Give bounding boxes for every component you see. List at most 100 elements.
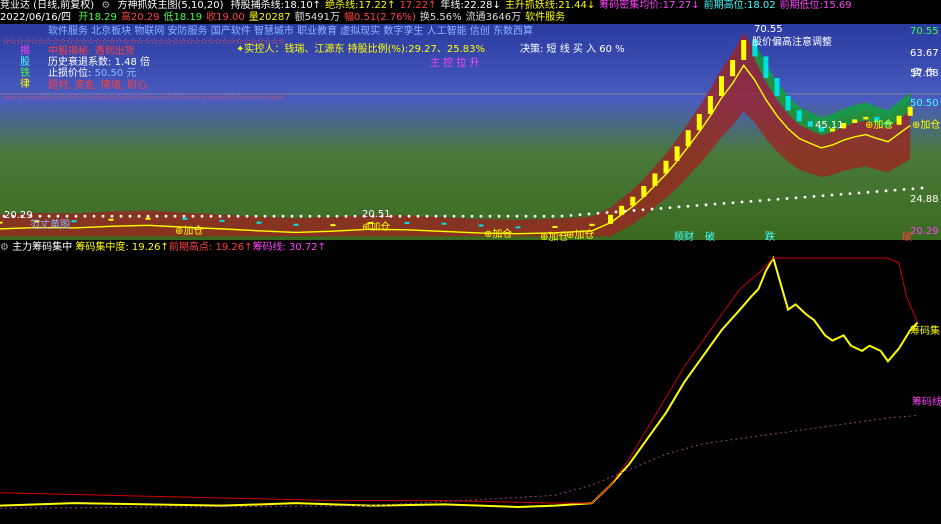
decay-label: 历史衰退系数: — [48, 57, 112, 68]
dot — [749, 199, 753, 203]
candle — [685, 130, 691, 147]
candle — [404, 222, 410, 224]
buy-label: ⊕加仓 — [566, 230, 595, 241]
dot — [560, 214, 564, 218]
indicator-name: 方神抓妖主图(5,10,20) — [117, 0, 224, 11]
controller-text: ✦实控人：钱瑞、江源东 持股比例(%):29.27、25.83% — [236, 44, 486, 55]
dot — [740, 200, 744, 204]
dot — [326, 214, 330, 218]
candle — [330, 224, 336, 227]
info-line4: 题材, 资金, 情绪, 耐心 — [48, 80, 148, 91]
dot — [299, 214, 303, 218]
candle — [552, 225, 558, 228]
dot — [281, 214, 285, 218]
dot — [794, 196, 798, 200]
dot — [839, 192, 843, 196]
header-value-3: 年线:22.28↓ — [440, 0, 501, 11]
high-price: 70.55 — [754, 24, 783, 35]
quote-value-9: 软件服务 — [525, 12, 566, 23]
candle — [219, 219, 225, 222]
candle — [641, 186, 647, 197]
candle — [707, 96, 713, 114]
candle — [0, 221, 3, 224]
dot — [470, 214, 474, 218]
quote-value-3: 收19.00 — [206, 12, 245, 23]
dot — [164, 214, 168, 218]
chip-right-label: 筹码集 — [910, 326, 940, 337]
candle — [71, 220, 77, 223]
dot — [803, 195, 807, 199]
settings-icon[interactable]: ⚙ — [0, 242, 9, 253]
lower-value-2: 筹码线: 30.72↑ — [252, 242, 327, 253]
header-value-7: 前期低位:15.69 — [779, 0, 852, 11]
candle — [652, 173, 658, 186]
mid-price: 20.51 — [362, 209, 391, 220]
dot — [218, 214, 222, 218]
dot — [56, 214, 60, 218]
dot — [902, 188, 906, 191]
dot — [200, 214, 204, 218]
candle — [619, 205, 625, 215]
candle — [145, 217, 151, 220]
quote-value-8: 流通3646万 — [465, 12, 522, 23]
header-value-5: 筹码密集均价:17.27↓ — [599, 0, 700, 11]
axis-mark: 跌 — [765, 232, 775, 243]
lower-indicator-name: 主力筹码集中 — [12, 242, 73, 253]
settings-icon[interactable]: ⚙ — [101, 0, 110, 11]
dot — [101, 214, 105, 218]
candle — [741, 40, 747, 60]
dot — [47, 214, 51, 218]
quote-value-7: 换5.56% — [419, 12, 462, 23]
dot — [353, 214, 357, 218]
dot — [137, 214, 141, 218]
lower-value-1: 前期高点: 19.26↑ — [168, 242, 253, 253]
candle — [478, 224, 484, 227]
price-tick-label: 20.29 — [910, 226, 939, 237]
dot — [632, 209, 636, 212]
dot — [443, 214, 447, 218]
buy-label: ⊕加仓 — [484, 229, 513, 240]
dot — [236, 214, 240, 218]
header-value-4: 主升抓妖线:21.44↓ — [504, 0, 596, 11]
dot — [848, 192, 852, 196]
dot — [551, 214, 555, 218]
dot — [578, 213, 582, 217]
dot — [605, 211, 609, 214]
dot — [119, 214, 123, 218]
dot — [596, 211, 600, 215]
dot — [533, 214, 537, 218]
dot — [650, 207, 654, 211]
warning-text: 股价偏高注意调整 — [752, 37, 832, 48]
dot — [776, 197, 780, 201]
dot — [83, 214, 87, 218]
dot — [92, 214, 96, 218]
candle — [763, 56, 769, 78]
indicator-header: 竞业达 (日线,前复权) ⚙ 方神抓妖主图(5,10,20) 持股捕杀线:18.… — [0, 0, 860, 12]
left-price: 20.29 — [4, 210, 33, 221]
buy-label: ⊕加仓 — [362, 222, 391, 233]
candle — [589, 223, 595, 226]
dot — [758, 199, 762, 203]
dot — [407, 214, 411, 218]
dot — [290, 214, 294, 218]
control-badge: 主 控 拉 升 — [430, 58, 480, 69]
quote-date: 2022/06/16/四 — [0, 12, 72, 23]
dot — [416, 214, 420, 218]
dot — [875, 190, 879, 193]
dot — [461, 214, 465, 218]
dot — [488, 214, 492, 218]
indicator-values: 持股捕杀线:18.10↑ 绝杀线:17.22↑ 17.22↑ 年线:22.28↓ 主升抓… — [231, 0, 856, 11]
dot — [821, 194, 825, 198]
candle — [796, 110, 802, 122]
quote-value-0: 开18.29 — [78, 12, 117, 23]
dot — [317, 214, 321, 218]
dot — [74, 214, 78, 218]
chip-chart — [0, 254, 941, 524]
buy-label: ⊕加仓 — [912, 120, 941, 131]
low-price: 45.11 — [815, 120, 844, 131]
candle — [182, 217, 188, 220]
quote-value-5: 额5491万 — [294, 12, 341, 23]
dot — [479, 214, 483, 218]
decision-text: 决策: 短 线 买 入 60 % — [520, 44, 625, 55]
dot — [686, 204, 690, 208]
